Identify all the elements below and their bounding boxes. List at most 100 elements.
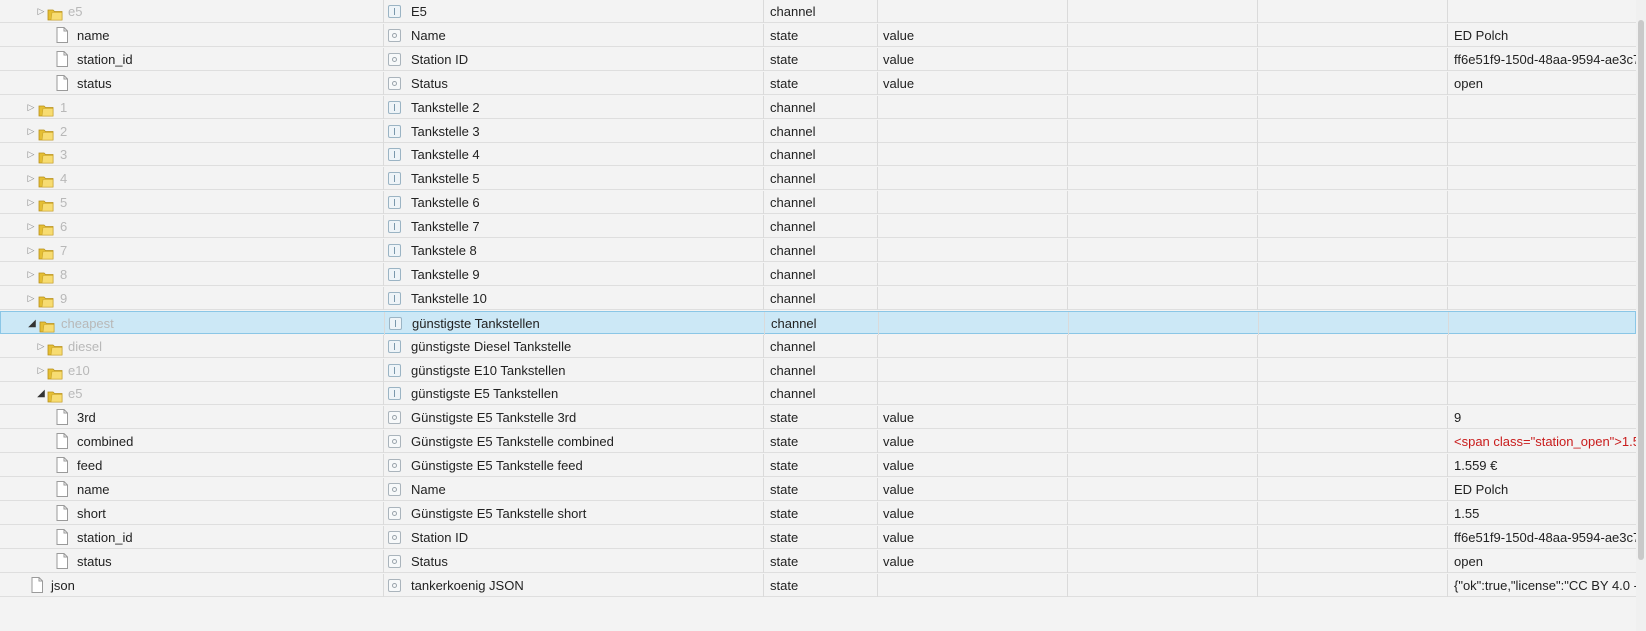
function-cell[interactable] [1258,359,1448,382]
expand-arrow-icon[interactable]: ▷ [25,239,37,262]
value-cell[interactable] [1448,359,1646,382]
tree-row[interactable]: ◢ e5 günstigste E5 Tankstellen channel [0,382,1636,405]
scrollbar-thumb[interactable] [1638,20,1644,560]
value-cell[interactable]: {"ok":true,"license":"CC BY 4.0 - [1448,574,1646,597]
collapse-arrow-icon[interactable]: ◢ [35,382,47,405]
tree-row[interactable]: status Status state value open [0,550,1636,573]
expand-arrow-icon[interactable]: ▷ [35,359,47,382]
room-cell[interactable] [1068,120,1258,143]
room-cell[interactable] [1068,239,1258,262]
tree-row[interactable]: ▷ 4 Tankstelle 5 channel [0,167,1636,190]
collapse-arrow-icon[interactable]: ◢ [26,312,38,335]
tree-row[interactable]: ▷ 8 Tankstelle 9 channel [0,263,1636,286]
function-cell[interactable] [1258,454,1448,477]
tree-row[interactable]: station_id Station ID state value ff6e51f9-1… [0,526,1640,549]
tree-row[interactable]: 3rd Günstigste E5 Tankstelle 3rd state valu… [0,406,1636,429]
function-cell[interactable] [1258,72,1448,95]
value-cell[interactable]: ED Polch [1448,478,1646,501]
value-cell[interactable]: 1.559 € [1448,454,1646,477]
tree-row[interactable]: ◢ cheapest günstigste Tankstellen channel [0,311,1636,335]
function-cell[interactable] [1258,96,1448,119]
value-cell[interactable] [1448,239,1646,262]
tree-row[interactable]: ▷ diesel günstigste Diesel Tankstelle chann… [0,335,1636,358]
tree-row[interactable]: ▷ 1 Tankstelle 2 channel [0,96,1636,119]
value-cell[interactable] [1448,382,1646,405]
value-cell[interactable] [1448,191,1646,214]
room-cell[interactable] [1068,406,1258,429]
tree-row[interactable]: feed Günstigste E5 Tankstelle feed state va… [0,454,1636,477]
value-cell[interactable] [1448,335,1646,358]
room-cell[interactable] [1068,478,1258,501]
value-cell[interactable]: ff6e51f9-150d-48aa-9594-ae3c7 [1448,48,1646,71]
function-cell[interactable] [1258,143,1448,166]
function-cell[interactable] [1258,24,1448,47]
value-cell[interactable]: 9 [1448,406,1646,429]
expand-arrow-icon[interactable]: ▷ [25,143,37,166]
value-cell[interactable]: 1.55 [1448,502,1646,525]
expand-arrow-icon[interactable]: ▷ [25,215,37,238]
function-cell[interactable] [1258,120,1448,143]
value-cell[interactable] [1448,96,1646,119]
room-cell[interactable] [1068,335,1258,358]
value-cell[interactable]: <span class="station_open">1.5 [1448,430,1646,453]
expand-arrow-icon[interactable]: ▷ [25,263,37,286]
room-cell[interactable] [1068,0,1258,23]
value-cell[interactable] [1448,143,1646,166]
function-cell[interactable] [1258,550,1448,573]
tree-row[interactable]: name Name state value ED Polch [0,24,1636,47]
room-cell[interactable] [1068,24,1258,47]
room-cell[interactable] [1068,215,1258,238]
function-cell[interactable] [1258,167,1448,190]
room-cell[interactable] [1068,382,1258,405]
tree-row[interactable]: status Status state value open [0,72,1636,95]
value-cell[interactable] [1448,120,1646,143]
vertical-scrollbar[interactable] [1636,0,1646,631]
value-cell[interactable]: open [1448,550,1646,573]
room-cell[interactable] [1068,359,1258,382]
tree-row[interactable]: ▷ e5 E5 channel [0,0,1636,23]
expand-arrow-icon[interactable]: ▷ [25,287,37,310]
room-cell[interactable] [1068,48,1258,71]
function-cell[interactable] [1258,335,1448,358]
value-cell[interactable] [1448,263,1646,286]
room-cell[interactable] [1068,263,1258,286]
room-cell[interactable] [1068,191,1258,214]
value-cell[interactable]: ff6e51f9-150d-48aa-9594-ae3c7 [1448,526,1646,549]
room-cell[interactable] [1068,574,1258,597]
expand-arrow-icon[interactable]: ▷ [25,120,37,143]
function-cell[interactable] [1258,191,1448,214]
function-cell[interactable] [1258,239,1448,262]
function-cell[interactable] [1258,382,1448,405]
room-cell[interactable] [1068,454,1258,477]
function-cell[interactable] [1258,48,1448,71]
value-cell[interactable]: ED Polch [1448,24,1646,47]
room-cell[interactable] [1068,143,1258,166]
tree-row[interactable]: ▷ e10 günstigste E10 Tankstellen channel [0,359,1636,382]
value-cell[interactable] [1448,287,1646,310]
function-cell[interactable] [1258,478,1448,501]
function-cell[interactable] [1258,574,1448,597]
expand-arrow-icon[interactable]: ▷ [35,0,47,23]
tree-row[interactable]: ▷ 2 Tankstelle 3 channel [0,120,1636,143]
value-cell[interactable] [1448,167,1646,190]
room-cell[interactable] [1069,312,1259,335]
expand-arrow-icon[interactable]: ▷ [25,96,37,119]
expand-arrow-icon[interactable]: ▷ [25,167,37,190]
tree-row[interactable]: combined Günstigste E5 Tankstelle combine… [0,430,1640,453]
tree-row[interactable]: station_id Station ID state value ff6e51f9-1… [0,48,1640,71]
room-cell[interactable] [1068,502,1258,525]
tree-row[interactable]: ▷ 3 Tankstelle 4 channel [0,143,1636,166]
tree-row[interactable]: ▷ 6 Tankstelle 7 channel [0,215,1636,238]
function-cell[interactable] [1258,502,1448,525]
function-cell[interactable] [1258,263,1448,286]
room-cell[interactable] [1068,167,1258,190]
room-cell[interactable] [1068,96,1258,119]
function-cell[interactable] [1258,287,1448,310]
tree-row[interactable]: ▷ 9 Tankstelle 10 channel [0,287,1636,310]
value-cell[interactable] [1448,0,1646,23]
function-cell[interactable] [1258,430,1448,453]
room-cell[interactable] [1068,287,1258,310]
tree-row[interactable]: ▷ 5 Tankstelle 6 channel [0,191,1636,214]
function-cell[interactable] [1258,526,1448,549]
tree-row[interactable]: json tankerkoenig JSON state {"ok":true,"li… [0,574,1638,597]
